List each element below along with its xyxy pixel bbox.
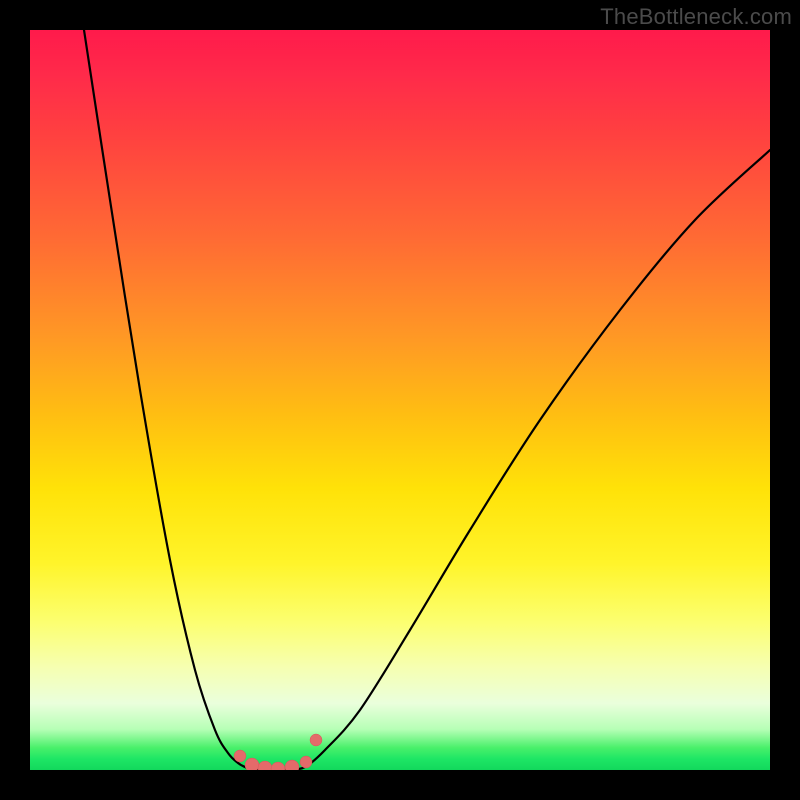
watermark-label: TheBottleneck.com bbox=[600, 4, 792, 30]
chart-plot-area bbox=[30, 30, 770, 770]
